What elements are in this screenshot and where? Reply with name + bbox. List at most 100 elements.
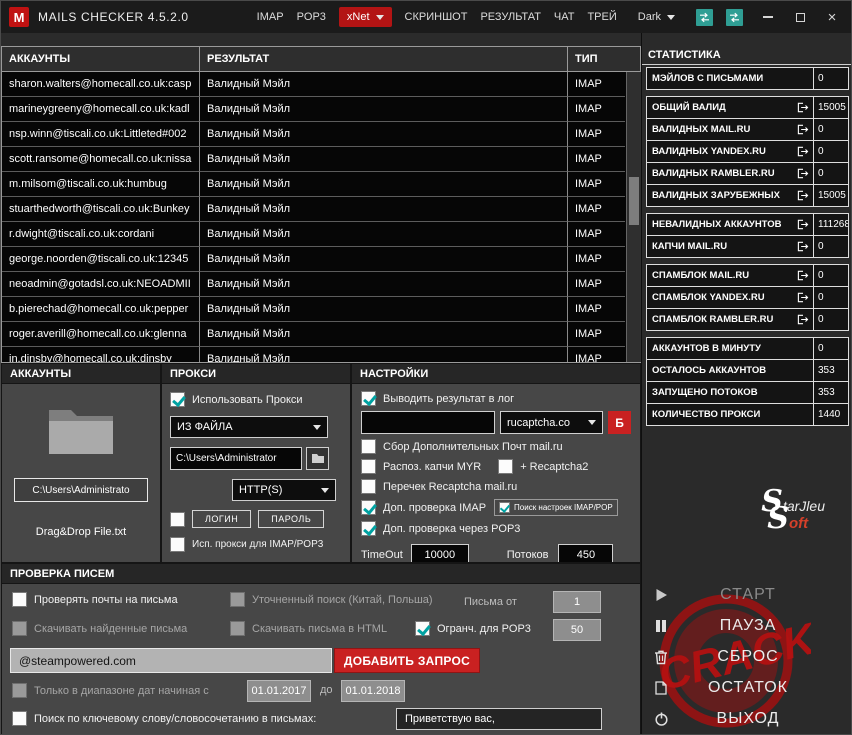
download-letters-checkbox[interactable]: Скачивать найденные письма [12,621,187,636]
remainder-button[interactable]: ОСТАТОК [642,672,851,703]
extra-pop3-check-checkbox[interactable]: Доп. проверка через POP3 [361,521,631,536]
recheck-recaptcha-checkbox[interactable]: Перечек Recaptcha mail.ru [361,479,631,494]
collect-extra-mail-checkbox[interactable]: Сбор Дополнительных Почт mail.ru [361,439,631,454]
menu-result[interactable]: РЕЗУЛЬТАТ [480,11,540,23]
menu-imap[interactable]: IMAP [257,11,284,23]
stat-label: ВАЛИДНЫХ MAIL.RU [646,118,814,141]
menu-xnet-dropdown[interactable]: xNet [338,7,392,27]
settings-panel-title: НАСТРОЙКИ [352,364,640,384]
statistics-panel: СТАТИСТИКА МЭЙЛОВ С ПИСЬМАМИ 0 ОБЩИЙ ВАЛИД… [641,33,851,734]
menu-pop3[interactable]: POP3 [297,11,326,23]
search-query-input[interactable] [10,648,332,673]
table-row[interactable]: m.milsom@tiscali.co.uk:humbug Валидный Мэ… [2,172,640,197]
export-icon[interactable] [797,219,809,230]
imap-settings-search-checkbox[interactable]: Поиск настроек IMAP/POP [494,499,618,516]
type-cell: IMAP [568,272,625,297]
download-html-checkbox[interactable]: Скачивать письма в HTML [230,621,387,636]
proxy-source-select[interactable]: ИЗ ФАЙЛА [170,416,328,438]
recognize-captcha-checkbox[interactable]: Распоз. капчи MYR [361,459,481,474]
accounts-table-body: sharon.walters@homecall.co.uk:casp Валидн… [1,71,641,363]
stat-label: ВАЛИДНЫХ RAMBLER.RU [646,162,814,185]
transfer-arrows-button-2[interactable] [726,8,743,26]
table-row[interactable]: roger.averill@homecall.co.uk:glenna Валид… [2,322,640,347]
export-icon[interactable] [797,314,809,325]
table-row[interactable]: b.pierechad@homecall.co.uk:pepper Валидны… [2,297,640,322]
threads-input[interactable] [558,544,614,562]
export-icon[interactable] [797,270,809,281]
arrows-icon [730,12,739,22]
checkbox-icon [361,391,376,406]
result-cell: Валидный Мэйл [200,272,568,297]
pause-button[interactable]: ПАУЗА [642,610,851,641]
table-row[interactable]: scott.ransome@homecall.co.uk:nissa Валидн… [2,147,640,172]
chevron-down-icon [375,14,384,20]
table-row[interactable]: neoadmin@gotadsl.co.uk:NEOADMII Валидный … [2,272,640,297]
minimize-icon [763,16,773,18]
proxy-type-select[interactable]: HTTP(S) [232,479,336,501]
table-row[interactable]: r.dwight@tiscali.co.uk:cordani Валидный М… [2,222,640,247]
theme-select[interactable]: Dark [630,7,683,27]
date-from-input[interactable] [247,680,311,702]
password-button[interactable]: ПАРОЛЬ [258,510,325,528]
pop3-limit-checkbox[interactable]: Огранч. для POP3 [415,621,531,636]
menu-tray[interactable]: ТРЕЙ [587,11,616,23]
menu-screenshot[interactable]: СКРИНШОТ [405,11,468,23]
close-button[interactable]: × [821,6,843,28]
table-row[interactable]: george.noorden@tiscali.co.uk:12345 Валидн… [2,247,640,272]
login-button[interactable]: ЛОГИН [192,510,252,528]
table-row[interactable]: sharon.walters@homecall.co.uk:casp Валидн… [2,72,640,97]
browse-folder-button[interactable] [306,447,329,470]
scrollbar-thumb[interactable] [629,177,639,225]
use-proxy-checkbox[interactable]: Использовать Прокси [170,392,342,407]
export-icon[interactable] [797,292,809,303]
export-icon[interactable] [797,190,809,201]
proxy-file-input[interactable] [170,447,302,470]
table-row[interactable]: jn.dinsby@homecall.co.uk:dinsby Валидный … [2,347,640,362]
use-proxy-for-imap-checkbox[interactable]: Исп. прокси для IMAP/POP3 [170,537,342,552]
pop3-limit-input[interactable] [553,619,601,641]
accounts-file-path-button[interactable]: C:\Users\Administrato [14,478,148,502]
column-header-type: ТИП [575,53,598,65]
export-icon[interactable] [797,124,809,135]
keyword-search-checkbox[interactable]: Поиск по ключевому слову/словосочетанию … [12,711,316,726]
balance-button[interactable]: Б [608,411,631,434]
transfer-arrows-button-1[interactable] [696,8,713,26]
account-cell: marineygreeny@homecall.co.uk:kadl [2,97,200,122]
exit-button[interactable]: ВЫХОД [642,703,851,734]
start-button[interactable]: СТАРТ [642,579,851,610]
stat-row: ВАЛИДНЫХ YANDEX.RU 0 [646,140,849,163]
minimize-button[interactable] [757,6,779,28]
add-query-button[interactable]: ДОБАВИТЬ ЗАПРОС [334,648,480,673]
menu-chat[interactable]: ЧАТ [554,11,575,23]
reset-button[interactable]: СБРОС [642,641,851,672]
folder-icon[interactable] [10,404,152,461]
stat-label: ВАЛИДНЫХ ЗАРУБЕЖНЫХ [646,184,814,207]
date-range-checkbox[interactable]: Только в диапазоне дат начиная с [12,683,209,698]
checkbox-icon [361,500,376,515]
checkbox-icon [415,621,430,636]
keyword-input[interactable] [396,708,602,730]
table-scrollbar[interactable] [626,72,641,362]
check-letters-checkbox[interactable]: Проверять почты на письма [12,592,178,607]
main-area: АККАУНТЫ РЕЗУЛЬТАТ ТИП sharon.walters@ho… [1,33,641,734]
export-icon[interactable] [797,146,809,157]
captcha-key-input[interactable] [361,411,495,434]
checkbox-icon [361,439,376,454]
table-row[interactable]: stuarthedworth@tiscali.co.uk:Bunkey Валид… [2,197,640,222]
letters-from-input[interactable] [553,591,601,613]
recaptcha2-checkbox[interactable]: + Recaptcha2 [498,459,588,474]
stat-value: 0 [813,235,849,258]
export-icon[interactable] [797,102,809,113]
table-row[interactable]: marineygreeny@homecall.co.uk:kadl Валидны… [2,97,640,122]
export-icon[interactable] [797,168,809,179]
table-row[interactable]: nsp.winn@tiscali.co.uk:Littleted#002 Вали… [2,122,640,147]
date-to-input[interactable] [341,680,405,702]
extra-imap-check-checkbox[interactable]: Доп. проверка IMAP [361,500,486,515]
maximize-button[interactable] [789,6,811,28]
log-output-checkbox[interactable]: Выводить результат в лог [361,391,631,406]
proxy-auth-checkbox[interactable] [170,511,185,527]
timeout-input[interactable] [410,544,469,562]
captcha-service-select[interactable]: rucaptcha.co [500,411,603,434]
refined-search-checkbox[interactable]: Уточненный поиск (Китай, Польша) [230,592,433,607]
export-icon[interactable] [797,241,809,252]
